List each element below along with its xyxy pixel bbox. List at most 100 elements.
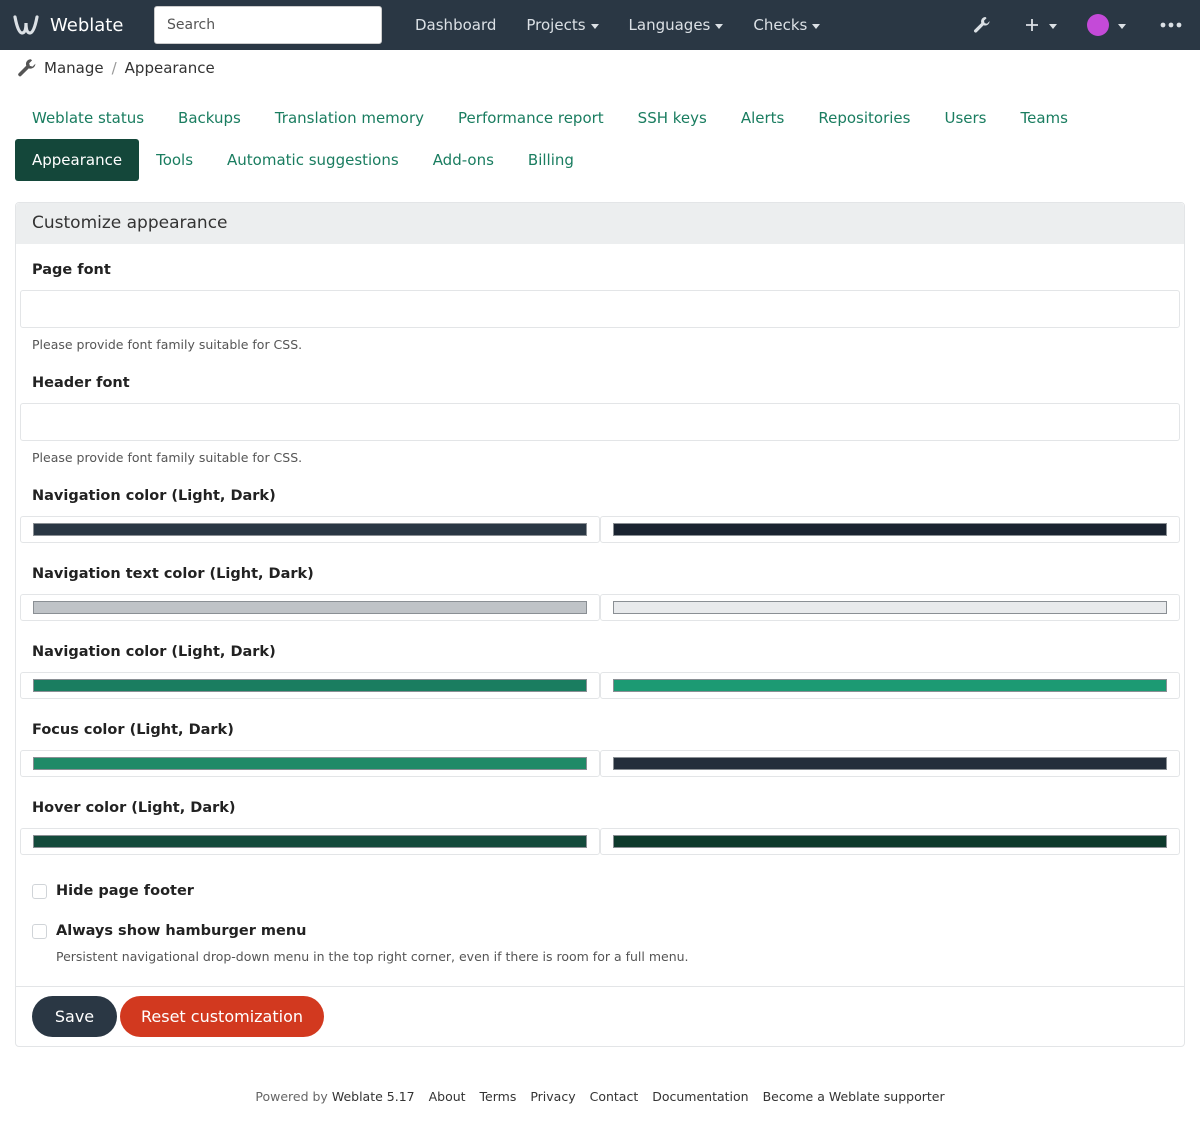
navigation-text-color-label: Navigation text color (Light, Dark) — [32, 566, 314, 582]
top-navbar: Weblate Dashboard Projects Languages Che… — [0, 0, 1200, 50]
caret-down-icon — [590, 23, 599, 29]
color-swatch — [613, 679, 1167, 692]
hover-color-light-picker[interactable] — [20, 828, 600, 855]
weblate-logo-icon — [13, 15, 39, 35]
tab-tools[interactable]: Tools — [139, 139, 210, 181]
navigation-color-2-dark-picker[interactable] — [600, 672, 1180, 699]
header-font-input[interactable] — [20, 403, 1180, 441]
user-menu-button[interactable] — [1087, 14, 1126, 36]
color-swatch — [613, 757, 1167, 770]
nav-languages-label: Languages — [628, 16, 711, 34]
header-font-help: Please provide font family suitable for … — [32, 450, 303, 465]
manage-button[interactable] — [972, 15, 992, 35]
nav-right — [946, 14, 1188, 36]
footer-privacy-link[interactable]: Privacy — [530, 1089, 575, 1104]
tab-backups[interactable]: Backups — [161, 97, 258, 139]
color-swatch — [33, 601, 587, 614]
tab-alerts[interactable]: Alerts — [724, 97, 802, 139]
search-input[interactable] — [154, 6, 382, 44]
brand-name: Weblate — [50, 14, 124, 36]
footer-about-link[interactable]: About — [429, 1089, 466, 1104]
nav-dashboard[interactable]: Dashboard — [400, 16, 511, 34]
tab-users[interactable]: Users — [927, 97, 1003, 139]
caret-down-icon — [1118, 23, 1126, 29]
site-footer: Powered by Weblate 5.17 About Terms Priv… — [0, 1089, 1200, 1104]
powered-by-prefix: Powered by — [255, 1089, 328, 1104]
navigation-color-label: Navigation color (Light, Dark) — [32, 488, 276, 504]
focus-color-dark-picker[interactable] — [600, 750, 1180, 777]
powered-by: Powered by Weblate 5.17 — [255, 1089, 418, 1104]
color-swatch — [613, 601, 1167, 614]
tab-appearance[interactable]: Appearance — [15, 139, 140, 181]
navigation-color-2-label: Navigation color (Light, Dark) — [32, 644, 276, 660]
color-swatch — [613, 523, 1167, 536]
navigation-color-2-light-picker[interactable] — [20, 672, 600, 699]
footer-contact-link[interactable]: Contact — [590, 1089, 639, 1104]
tab-teams[interactable]: Teams — [1004, 97, 1085, 139]
hamburger-label[interactable]: Always show hamburger menu — [56, 923, 307, 939]
page-font-help: Please provide font family suitable for … — [32, 337, 303, 352]
nav-projects[interactable]: Projects — [511, 16, 613, 34]
tab-automatic-suggestions[interactable]: Automatic suggestions — [210, 139, 416, 181]
color-swatch — [613, 835, 1167, 848]
tab-weblate-status[interactable]: Weblate status — [15, 97, 161, 139]
save-button[interactable]: Save — [32, 996, 117, 1037]
hamburger-row: Always show hamburger menu — [20, 923, 1180, 939]
wrench-icon — [974, 17, 990, 33]
reset-customization-button[interactable]: Reset customization — [120, 996, 324, 1037]
tab-repositories[interactable]: Repositories — [801, 97, 927, 139]
tab-add-ons[interactable]: Add-ons — [416, 139, 511, 181]
color-swatch — [33, 523, 587, 536]
nav-languages[interactable]: Languages — [614, 16, 739, 34]
focus-color-row — [20, 750, 1180, 777]
focus-color-label: Focus color (Light, Dark) — [32, 722, 234, 738]
nav-checks[interactable]: Checks — [738, 16, 835, 34]
hover-color-dark-picker[interactable] — [600, 828, 1180, 855]
tab-translation-memory[interactable]: Translation memory — [258, 97, 441, 139]
page-font-label: Page font — [32, 262, 111, 278]
weblate-version-link[interactable]: Weblate 5.17 — [332, 1089, 415, 1104]
page-font-input[interactable] — [20, 290, 1180, 328]
navigation-text-color-light-picker[interactable] — [20, 594, 600, 621]
footer-supporter-link[interactable]: Become a Weblate supporter — [763, 1089, 945, 1104]
navigation-text-color-row — [20, 594, 1180, 621]
customize-appearance-panel: Customize appearance Page font Please pr… — [15, 202, 1185, 1047]
navigation-text-color-dark-picker[interactable] — [600, 594, 1180, 621]
main-menu: Dashboard Projects Languages Checks — [400, 16, 835, 34]
caret-down-icon — [812, 23, 821, 29]
navigation-color-2-row — [20, 672, 1180, 699]
breadcrumb-separator: / — [111, 59, 117, 77]
manage-tabs: Weblate status Backups Translation memor… — [0, 86, 1170, 181]
caret-down-icon — [1049, 23, 1057, 29]
wrench-icon — [18, 59, 36, 77]
panel-title: Customize appearance — [16, 203, 1184, 244]
panel-footer: Save Reset customization — [16, 986, 1184, 1046]
navigation-color-dark-picker[interactable] — [600, 516, 1180, 543]
add-button[interactable] — [1024, 17, 1057, 33]
footer-terms-link[interactable]: Terms — [480, 1089, 517, 1104]
breadcrumb-appearance[interactable]: Appearance — [125, 59, 215, 77]
header-font-label: Header font — [32, 375, 130, 391]
nav-checks-label: Checks — [753, 16, 808, 34]
hover-color-row — [20, 828, 1180, 855]
hide-footer-label[interactable]: Hide page footer — [56, 883, 194, 899]
brand[interactable]: Weblate — [12, 11, 154, 39]
breadcrumb: Manage / Appearance — [0, 50, 1200, 86]
breadcrumb-manage[interactable]: Manage — [44, 59, 104, 77]
plus-icon — [1026, 19, 1038, 31]
tab-ssh-keys[interactable]: SSH keys — [621, 97, 724, 139]
tab-billing[interactable]: Billing — [511, 139, 591, 181]
color-swatch — [33, 757, 587, 770]
footer-documentation-link[interactable]: Documentation — [652, 1089, 748, 1104]
caret-down-icon — [715, 23, 724, 29]
navigation-color-row — [20, 516, 1180, 543]
nav-dashboard-label: Dashboard — [415, 16, 497, 34]
hamburger-checkbox[interactable] — [32, 923, 47, 939]
more-button[interactable] — [1160, 22, 1182, 28]
hide-footer-checkbox[interactable] — [32, 883, 47, 899]
panel-body: Page font Please provide font family sui… — [16, 244, 1184, 986]
tab-performance-report[interactable]: Performance report — [441, 97, 621, 139]
navigation-color-light-picker[interactable] — [20, 516, 600, 543]
focus-color-light-picker[interactable] — [20, 750, 600, 777]
hamburger-help: Persistent navigational drop-down menu i… — [56, 949, 689, 964]
